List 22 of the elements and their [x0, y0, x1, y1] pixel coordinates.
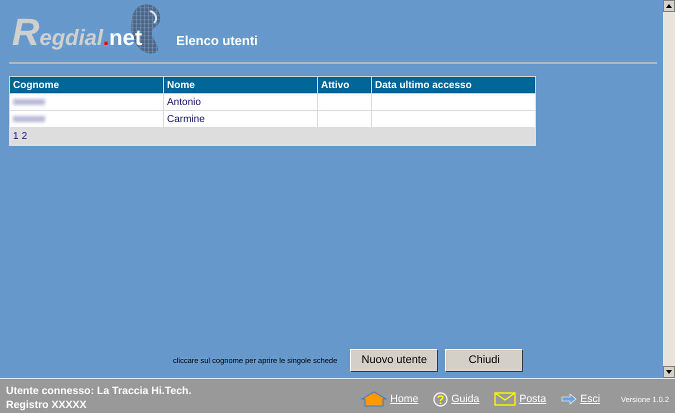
- envelope-icon[interactable]: [494, 392, 516, 406]
- redacted-text[interactable]: [13, 98, 45, 105]
- table-cell: Antonio: [164, 94, 318, 110]
- arrow-right-icon[interactable]: [561, 393, 578, 405]
- scroll-down-icon[interactable]: [663, 366, 675, 378]
- page-link[interactable]: 1: [13, 131, 19, 142]
- logo-text: Regdial.net: [12, 14, 142, 52]
- column-header: Data ultimo accesso: [372, 76, 536, 94]
- column-header: Attivo: [318, 76, 372, 94]
- scrollbar[interactable]: [663, 0, 675, 378]
- action-button[interactable]: Chiudi: [445, 348, 524, 372]
- connected-user-text: Utente connesso: La Traccia Hi.Tech.: [6, 384, 192, 398]
- scroll-up-icon[interactable]: [663, 0, 675, 12]
- page-link[interactable]: 2: [22, 131, 28, 142]
- column-header: Nome: [164, 76, 318, 94]
- registry-text: Registro XXXXX: [6, 398, 88, 412]
- action-button[interactable]: Nuovo utente: [350, 348, 438, 372]
- page-title: Elenco utenti: [176, 33, 258, 48]
- help-icon[interactable]: [433, 392, 448, 406]
- house-icon[interactable]: [361, 391, 388, 407]
- column-header: Cognome: [10, 76, 164, 94]
- redacted-text[interactable]: [13, 116, 45, 122]
